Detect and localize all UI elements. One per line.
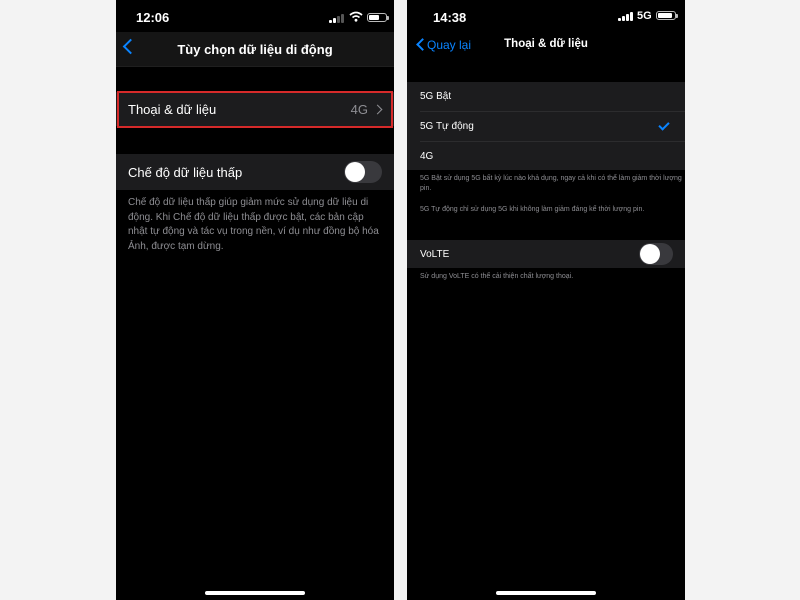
volte-description: Sử dụng VoLTE có thể cải thiện chất lượn… [420, 273, 574, 280]
left-phone-screen: 12:06 Tùy chọn dữ liệu di động Thoại & d… [116, 0, 394, 600]
battery-icon [656, 11, 678, 20]
home-indicator[interactable] [205, 591, 305, 595]
navigation-bar: Tùy chọn dữ liệu di động [116, 32, 394, 67]
page-title: Tùy chọn dữ liệu di động [177, 42, 333, 57]
status-bar: 12:06 [116, 0, 394, 32]
status-time: 12:06 [136, 10, 170, 25]
page-title: Thoại & dữ liệu [504, 38, 588, 50]
5g-auto-description: 5G Tự động chỉ sử dụng 5G khi không làm … [420, 206, 645, 213]
option-4g[interactable]: 4G [407, 142, 685, 170]
toggle-knob [345, 162, 365, 182]
cellular-signal-icon [618, 11, 634, 21]
navigation-bar: Quay lại Thoại & dữ liệu [407, 28, 685, 62]
home-indicator[interactable] [496, 591, 596, 595]
volte-toggle[interactable] [639, 243, 673, 265]
5g-on-description: 5G Bật sử dụng 5G bất kỳ lúc nào khả dụn… [420, 175, 682, 193]
option-5g-auto[interactable]: 5G Tự động [407, 112, 685, 141]
status-time: 14:38 [433, 10, 467, 25]
network-options-group: 5G Bật 5G Tự động 4G [407, 82, 685, 170]
option-label: 5G Bật [420, 91, 452, 102]
toggle-knob [640, 244, 660, 264]
wifi-icon [349, 11, 363, 22]
option-label: 5G Tự động [420, 121, 474, 132]
highlight-annotation [117, 91, 393, 128]
volte-row: VoLTE [407, 240, 685, 268]
low-data-mode-toggle[interactable] [344, 161, 382, 183]
checkmark-icon [658, 119, 670, 131]
option-5g-on[interactable]: 5G Bật [407, 82, 685, 111]
right-phone-screen: 14:38 5G Quay lại Thoại & dữ liệu 5G Bật… [407, 0, 685, 600]
network-type: 5G [637, 10, 652, 22]
battery-icon [367, 13, 389, 22]
cellular-signal-icon [329, 13, 345, 23]
low-data-mode-description: Chế độ dữ liệu thấp giúp giảm mức sử dụn… [128, 197, 379, 252]
low-data-mode-label: Chế độ dữ liệu thấp [128, 165, 243, 180]
volte-label: VoLTE [420, 249, 450, 260]
low-data-mode-row: Chế độ dữ liệu thấp [116, 154, 394, 190]
option-label: 4G [420, 151, 434, 162]
